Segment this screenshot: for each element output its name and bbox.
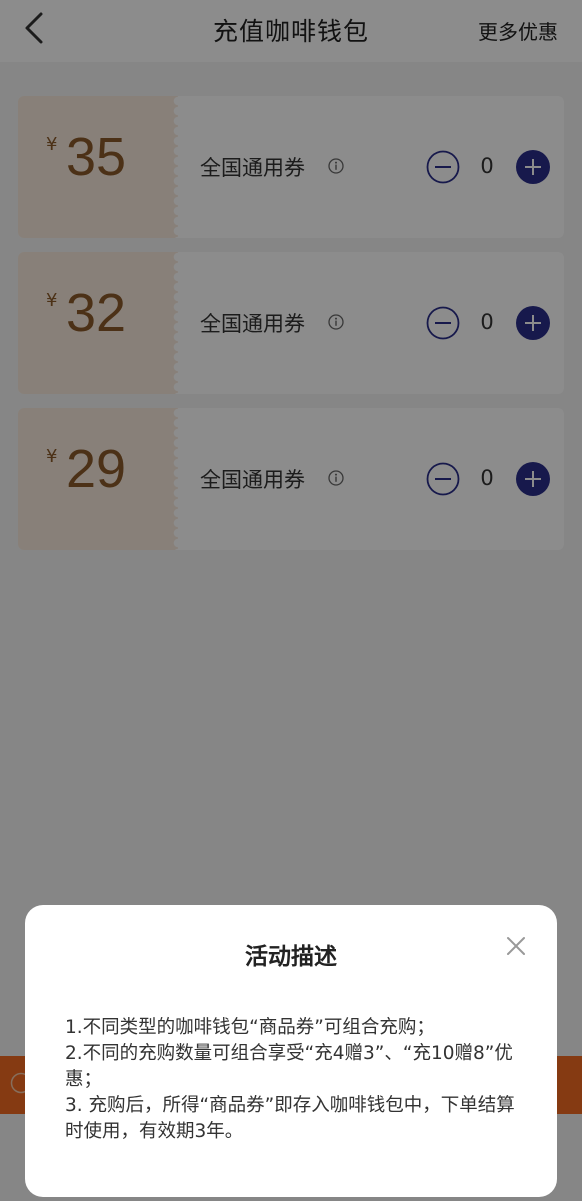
modal-title: 活动描述 bbox=[245, 944, 337, 970]
close-icon[interactable] bbox=[505, 935, 527, 957]
description-line: 2.不同的充购数量可组合享受“充4赠3”、“充10赠8”优惠； bbox=[65, 1043, 513, 1090]
description-line: 1.不同类型的咖啡钱包“商品券”可组合充购； bbox=[65, 1017, 435, 1038]
modal-description: 1.不同类型的咖啡钱包“商品券”可组合充购； 2.不同的充购数量可组合享受“充4… bbox=[65, 1015, 515, 1145]
activity-description-modal: 活动描述 1.不同类型的咖啡钱包“商品券”可组合充购； 2.不同的充购数量可组合… bbox=[25, 905, 557, 1197]
description-line: 3. 充购后，所得“商品券”即存入咖啡钱包中，下单结算时使用，有效期3年。 bbox=[65, 1095, 515, 1142]
